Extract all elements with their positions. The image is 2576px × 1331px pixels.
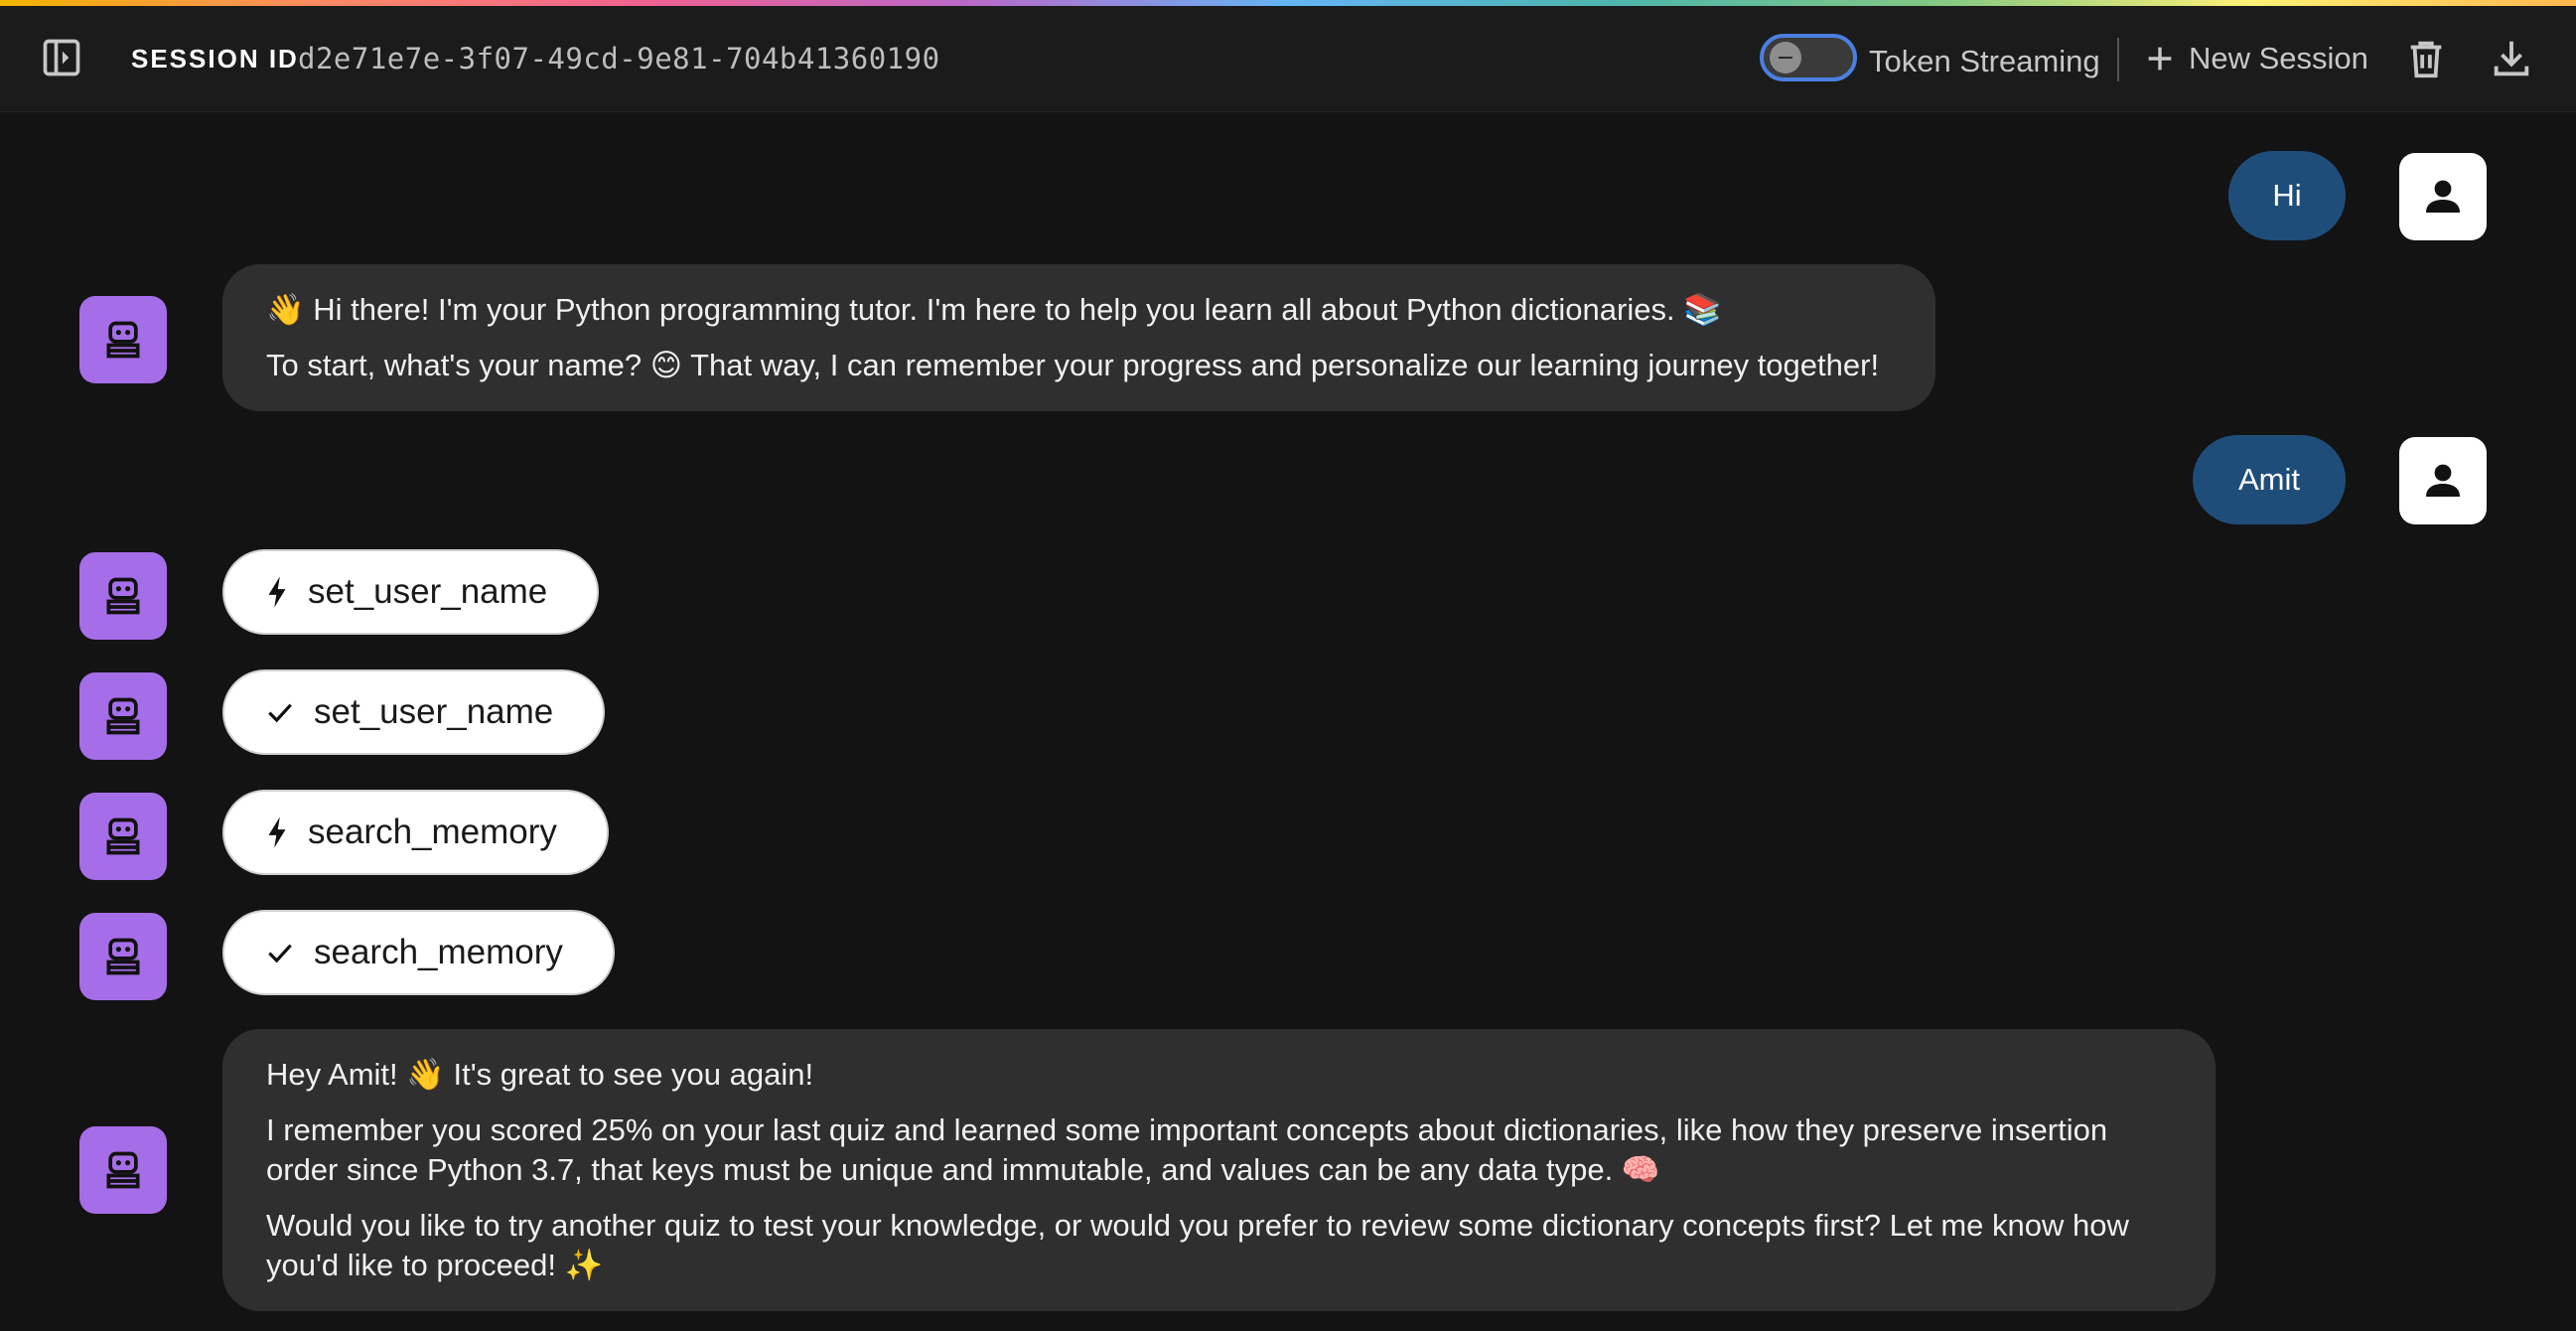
person-icon (2419, 173, 2467, 221)
tool-call-chip[interactable]: search_memory (222, 790, 609, 875)
robot-icon (101, 814, 145, 858)
tool-name: set_user_name (308, 572, 548, 611)
bot-avatar (79, 552, 167, 640)
tool-name: search_memory (314, 933, 563, 971)
bot-message-paragraph: 👋 Hi there! I'm your Python programming … (266, 292, 1722, 327)
user-message-text: Amit (2238, 462, 2300, 497)
sidebar-toggle-icon[interactable] (40, 36, 83, 79)
token-streaming-label: Token Streaming (1869, 44, 2100, 78)
bot-message-paragraph: I remember you scored 25% on your last q… (266, 1112, 2108, 1187)
bot-avatar (79, 793, 167, 880)
tool-name: set_user_name (314, 692, 554, 731)
bot-message-bubble: Hey Amit! 👋 It's great to see you again!… (222, 1029, 2216, 1311)
robot-icon (101, 935, 145, 978)
tool-response-chip[interactable]: set_user_name (222, 669, 606, 755)
user-message-bubble: Hi (2228, 151, 2346, 240)
robot-icon (101, 318, 145, 362)
user-avatar (2399, 153, 2487, 240)
robot-icon (101, 694, 145, 738)
bot-avatar (79, 296, 167, 383)
robot-icon (101, 1148, 145, 1192)
session-id-value: d2e71e7e-3f07-49cd-9e81-704b41360190 (298, 42, 940, 75)
header-bar: SESSION ID d2e71e7e-3f07-49cd-9e81-704b4… (0, 6, 2576, 112)
bot-avatar (79, 913, 167, 1000)
bot-avatar (79, 1126, 167, 1214)
bot-message-paragraph: Hey Amit! 👋 It's great to see you again! (266, 1057, 814, 1092)
check-icon (264, 696, 296, 728)
user-avatar (2399, 437, 2487, 524)
trash-icon (2403, 36, 2449, 81)
tool-call-chip[interactable]: set_user_name (222, 549, 600, 635)
bolt-icon (264, 815, 290, 849)
download-button[interactable] (2489, 36, 2534, 81)
new-session-label: New Session (2189, 41, 2368, 75)
tool-response-chip[interactable]: search_memory (222, 910, 615, 995)
check-icon (264, 937, 296, 968)
user-message-bubble: Amit (2193, 435, 2346, 524)
toggle-knob (1770, 42, 1801, 74)
person-icon (2419, 457, 2467, 505)
bot-message-bubble: 👋 Hi there! I'm your Python programming … (222, 264, 1935, 411)
plus-icon (2143, 42, 2177, 75)
token-streaming-toggle[interactable] (1760, 34, 1857, 81)
robot-icon (101, 574, 145, 618)
tool-name: search_memory (308, 813, 557, 851)
bot-message-paragraph: To start, what's your name? 😊 That way, … (266, 348, 1880, 382)
user-message-text: Hi (2272, 178, 2302, 213)
new-session-button[interactable]: New Session (2143, 34, 2368, 83)
bot-message-paragraph: Would you like to try another quiz to te… (266, 1208, 2129, 1282)
header-divider (2117, 38, 2119, 81)
download-icon (2489, 36, 2534, 81)
bot-avatar (79, 672, 167, 760)
bolt-icon (264, 575, 290, 609)
session-id-label: SESSION ID (131, 44, 299, 74)
delete-session-button[interactable] (2403, 36, 2449, 81)
